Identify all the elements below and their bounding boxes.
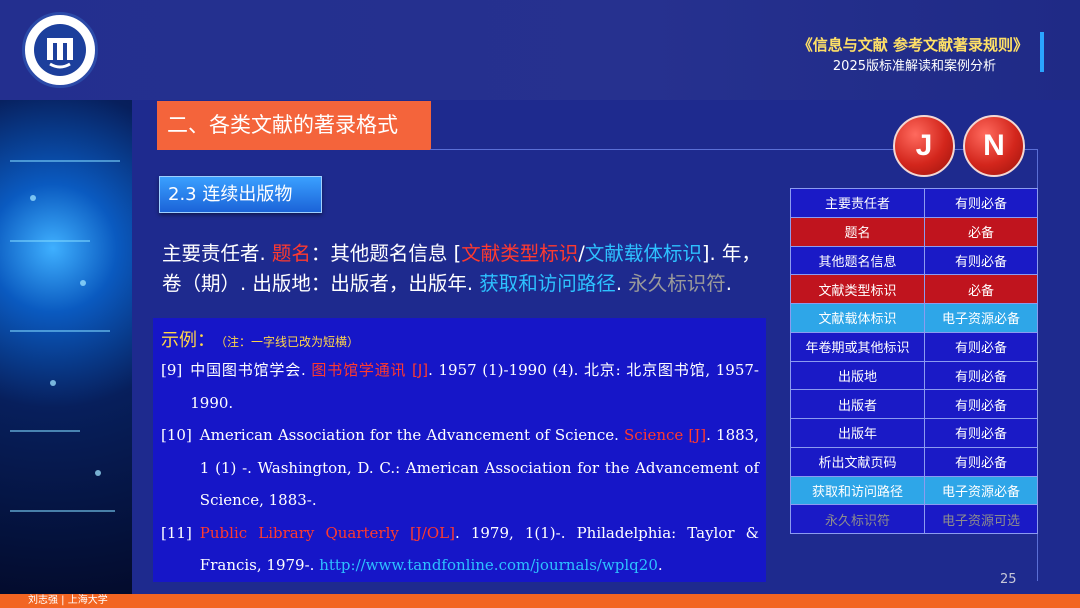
requirement-cell: 电子资源必备: [924, 303, 1038, 333]
reference-item: [9] 中国图书馆学会. 图书馆学通讯 [J]. 1957 (1)-1990 (…: [161, 354, 759, 419]
seal-mark-icon: [47, 38, 73, 69]
table-row: 文献类型标识 必备: [790, 274, 1038, 304]
reference-text: American Association for the Advancement…: [200, 419, 759, 517]
table-row: 题名 必备: [790, 216, 1038, 247]
requirement-cell: 有则必备: [924, 188, 1038, 218]
format-text: 主要责任者.: [162, 242, 272, 265]
reference-author: American Association for the Advancement…: [199, 426, 625, 444]
table-row: 文献载体标识 电子资源必备: [790, 303, 1038, 333]
university-logo: [22, 12, 98, 88]
field-name-cell: 其他题名信息: [790, 245, 925, 276]
reference-text: 中国图书馆学会. 图书馆学通讯 [J]. 1957 (1)-1990 (4). …: [190, 354, 759, 419]
decor-line: [10, 330, 110, 332]
reference-number: [9]: [161, 361, 183, 379]
reference-title: Public Library Quarterly [J/OL]: [199, 523, 455, 542]
requirement-cell: 有则必备: [924, 360, 1038, 391]
format-text: .: [615, 272, 629, 295]
field-name-cell: 出版地: [790, 360, 925, 391]
field-name-cell: 文献载体标识: [790, 303, 925, 333]
decorative-tech-image: [0, 100, 132, 594]
field-name-cell: 获取和访问路径: [790, 475, 925, 506]
decor-line: [10, 240, 90, 242]
header-accent-bar: [1040, 32, 1044, 72]
reference-text: Public Library Quarterly [J/OL]. 1979, 1…: [200, 517, 759, 582]
format-template: 主要责任者. 题名：其他题名信息 [文献类型标识/文献载体标识]. 年，卷（期）…: [162, 239, 780, 299]
subsection-title: 2.3 连续出版物: [159, 176, 322, 213]
decor-line: [10, 510, 115, 512]
table-row: 出版者 有则必备: [790, 389, 1038, 419]
page-number: 25: [1000, 572, 1017, 587]
slide-header: 《信息与文献 参考文献著录规则》 2025版标准解读和案例分析: [0, 0, 1080, 100]
slide-footer: 刘志强 | 上海大学: [0, 594, 1080, 608]
reference-list: [9] 中国图书馆学会. 图书馆学通讯 [J]. 1957 (1)-1990 (…: [161, 354, 759, 582]
decor-line: [10, 430, 80, 432]
format-text: .: [725, 272, 732, 295]
requirement-cell: 有则必备: [924, 331, 1038, 362]
field-name-cell: 年卷期或其他标识: [790, 331, 925, 362]
field-name-cell: 文献类型标识: [790, 274, 925, 304]
table-row: 出版地 有则必备: [790, 360, 1038, 391]
table-row: 年卷期或其他标识 有则必备: [790, 331, 1038, 362]
table-row: 出版年 有则必备: [790, 418, 1038, 448]
field-name-cell: 题名: [790, 216, 925, 247]
table-row: 永久标识符 电子资源可选: [790, 504, 1038, 534]
reference-url-link[interactable]: http://www.tandfonline.com/journals/wplq…: [319, 556, 658, 574]
reference-title: Science [J]: [624, 426, 707, 444]
example-note: （注：一字线已改为短横）: [221, 335, 360, 349]
table-row: 主要责任者 有则必备: [790, 188, 1038, 218]
requirement-cell: 有则必备: [924, 418, 1038, 448]
format-doc-type: 文献类型标识: [461, 242, 579, 265]
footer-author: 刘志强 | 上海大学: [28, 595, 108, 606]
reference-end: .: [657, 556, 663, 574]
requirement-cell: 必备: [924, 274, 1038, 304]
requirement-cell: 必备: [924, 216, 1038, 247]
field-name-cell: 析出文献页码: [790, 446, 925, 477]
example-heading: 示例： （注：一字线已改为短横）: [161, 326, 359, 352]
university-seal-icon: [34, 24, 86, 76]
field-requirement-table: 主要责任者 有则必备 题名 必备 其他题名信息 有则必备 文献类型标识 必备 文献载体标识 电子资…: [790, 188, 1038, 534]
decor-line: [10, 160, 120, 162]
field-name-cell: 永久标识符: [790, 504, 925, 534]
reference-item: [10] American Association for the Advanc…: [161, 419, 759, 517]
requirement-cell: 有则必备: [924, 389, 1038, 419]
table-row: 析出文献页码 有则必备: [790, 446, 1038, 477]
reference-number: [11]: [161, 523, 192, 542]
field-name-cell: 主要责任者: [790, 188, 925, 218]
example-label: 示例：: [161, 330, 215, 351]
decor-dot: [50, 380, 56, 386]
format-persistent-id: 永久标识符: [628, 272, 726, 295]
format-text: ：其他题名信息 [: [310, 242, 462, 265]
requirement-cell: 电子资源可选: [924, 504, 1038, 534]
format-text: /: [578, 242, 585, 265]
section-title: 二、各类文献的著录格式: [157, 101, 431, 150]
field-name-cell: 出版者: [790, 389, 925, 419]
reference-number: [10]: [161, 426, 192, 444]
badge-n: N: [963, 115, 1025, 177]
format-access-path: 获取和访问路径: [479, 272, 616, 295]
reference-author: 中国图书馆学会.: [190, 361, 312, 379]
requirement-cell: 有则必备: [924, 245, 1038, 276]
table-row: 其他题名信息 有则必备: [790, 245, 1038, 276]
header-title: 《信息与文献 参考文献著录规则》: [797, 36, 1028, 54]
decor-dot: [95, 470, 101, 476]
decor-dot: [80, 280, 86, 286]
example-box: 示例： （注：一字线已改为短横） [9] 中国图书馆学会. 图书馆学通讯 [J].…: [153, 318, 766, 582]
badge-j: J: [893, 115, 955, 177]
decor-dot: [30, 195, 36, 201]
reference-title: 图书馆学通讯 [J]: [311, 361, 429, 379]
reference-item: [11] Public Library Quarterly [J/OL]. 19…: [161, 517, 759, 582]
format-title: 题名: [271, 242, 311, 265]
field-name-cell: 出版年: [790, 418, 925, 448]
format-carrier-type: 文献载体标识: [584, 242, 702, 265]
requirement-cell: 有则必备: [924, 446, 1038, 477]
requirement-cell: 电子资源必备: [924, 475, 1038, 506]
table-row: 获取和访问路径 电子资源必备: [790, 475, 1038, 506]
header-subtitle: 2025版标准解读和案例分析: [832, 59, 996, 74]
